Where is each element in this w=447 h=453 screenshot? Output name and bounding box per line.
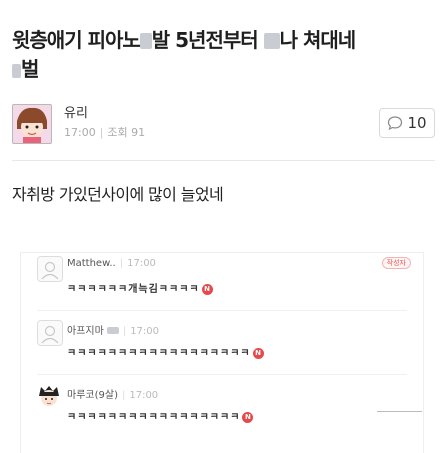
avatar[interactable]: [12, 104, 52, 144]
cartoon-avatar-icon: [13, 105, 51, 143]
default-profile-icon: [38, 257, 62, 281]
post-title-part-3: 나 쳐대네: [279, 28, 357, 52]
comment-time: 17:00: [122, 390, 158, 401]
comment-avatar[interactable]: [37, 320, 63, 346]
new-badge: N: [201, 284, 213, 295]
comment-divider: [37, 310, 407, 311]
new-badge: N: [242, 412, 254, 423]
redacted-block: [12, 64, 21, 78]
views-label: 조회: [107, 126, 128, 139]
comment-author[interactable]: Matthew.. 17:00: [67, 258, 156, 269]
cartoon-avatar-icon: [37, 384, 61, 408]
post-meta: 17:00 | 조회 91: [64, 124, 145, 140]
author-row: 유리 17:00 | 조회 91 10: [12, 102, 435, 150]
comment-divider: [37, 374, 407, 375]
post-title-part-4: 벌: [21, 57, 39, 81]
comment-author[interactable]: 마루코(9살) 17:00: [67, 386, 158, 401]
meta-separator: |: [99, 126, 104, 139]
comment-text: ㅋㅋㅋㅋㅋㅋ개늑김ㅋㅋㅋㅋ N: [67, 280, 213, 295]
author-name[interactable]: 유리: [64, 102, 88, 121]
comment-item: 마루코(9살) 17:00 ㅋㅋㅋㅋㅋㅋㅋㅋㅋㅋㅋㅋㅋㅋㅋㅋㅋN: [21, 381, 423, 437]
post-title: 윗층애기 피아노 발 5년전부터 나 쳐대네 벌: [12, 26, 432, 84]
comment-text: ㅋㅋㅋㅋㅋㅋㅋㅋㅋㅋㅋㅋㅋㅋㅋㅋㅋㅋ N: [67, 344, 264, 359]
comment-body: ㅋㅋㅋㅋㅋㅋㅋㅋㅋㅋㅋㅋㅋㅋㅋㅋㅋ: [67, 412, 241, 423]
default-profile-icon: [38, 321, 62, 345]
comment-item: 아프지마 17:00 ㅋㅋㅋㅋㅋㅋㅋㅋㅋㅋㅋㅋㅋㅋㅋㅋㅋㅋN: [21, 317, 423, 373]
redacted-block: [263, 33, 280, 49]
redacted-block: [106, 327, 119, 334]
post-body: 자취방 가있던사이에 많이 늘었네: [12, 185, 224, 204]
comment-body: ㅋㅋㅋㅋㅋㅋㅋㅋㅋㅋㅋㅋㅋㅋㅋㅋㅋㅋ: [67, 348, 251, 359]
comment-bubble-icon: [388, 116, 403, 131]
comment-count: 10: [407, 114, 427, 132]
comment-count-button[interactable]: 10: [379, 108, 435, 138]
comment-author-name: 아프지마: [67, 326, 104, 337]
post-time: 17:00: [64, 126, 96, 139]
comment-avatar[interactable]: [37, 256, 63, 282]
comment-item: Matthew.. 17:00 작성자 ㅋㅋㅋㅋㅋㅋ개늑김ㅋㅋㅋㅋN: [21, 253, 423, 309]
bottom-divider: [377, 411, 422, 412]
comment-avatar[interactable]: [37, 384, 61, 408]
post-title-part-1: 윗층애기 피아노: [12, 28, 141, 52]
redacted-block: [139, 33, 152, 49]
comment-body: ㅋㅋㅋㅋㅋㅋ개늑김ㅋㅋㅋㅋ: [67, 284, 200, 295]
views-count: 91: [131, 126, 146, 139]
author-badge: 작성자: [381, 257, 411, 269]
new-badge: N: [252, 348, 264, 359]
comment-time: 17:00: [123, 326, 159, 337]
comment-text: ㅋㅋㅋㅋㅋㅋㅋㅋㅋㅋㅋㅋㅋㅋㅋㅋㅋ N: [67, 408, 254, 423]
comment-time: 17:00: [120, 258, 156, 269]
comment-list: Matthew..17:00 작성자 ㅋㅋㅋㅋㅋㅋ개늑김ㅋㅋㅋㅋN 아프지마17…: [20, 252, 424, 453]
comment-author-name: Matthew..: [67, 258, 116, 269]
comment-author[interactable]: 아프지마 17:00: [67, 322, 159, 337]
header-divider: [12, 160, 435, 161]
comment-author-name: 마루코(9살): [67, 390, 118, 401]
post-title-part-2: 발 5년전부터: [151, 28, 259, 52]
